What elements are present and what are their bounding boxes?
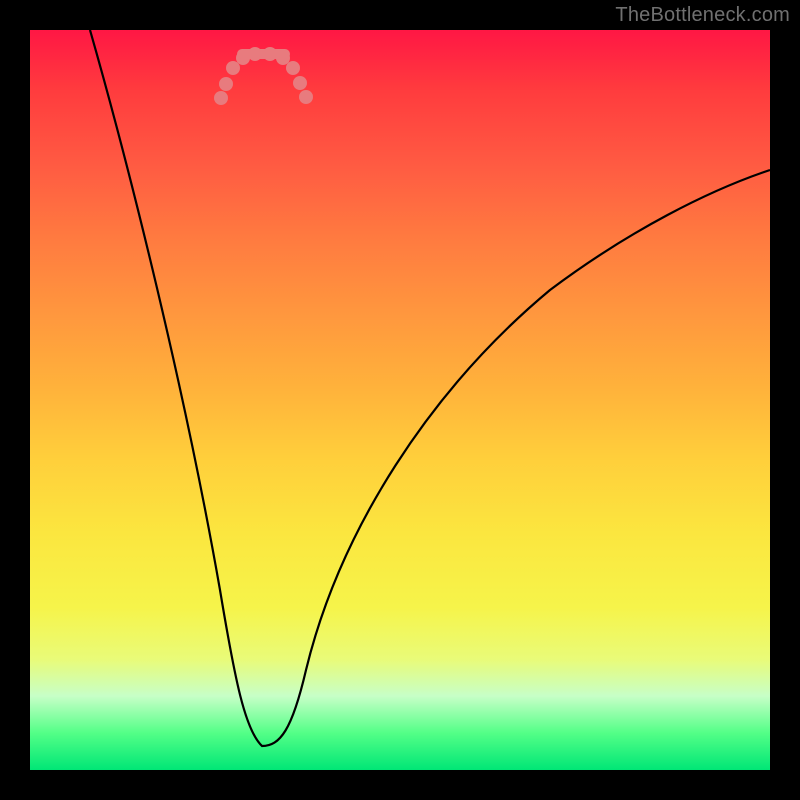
- curve-marker-dot: [293, 76, 307, 90]
- watermark-text: TheBottleneck.com: [615, 4, 790, 27]
- chart-plot-area: [30, 30, 770, 770]
- curve-marker-dot: [214, 91, 228, 105]
- curve-marker-dot: [219, 77, 233, 91]
- curve-valley-segment: [237, 49, 290, 59]
- curve-marker-dot: [299, 90, 313, 104]
- bottleneck-curve: [30, 30, 770, 770]
- curve-marker-dot: [286, 61, 300, 75]
- curve-path: [90, 30, 770, 746]
